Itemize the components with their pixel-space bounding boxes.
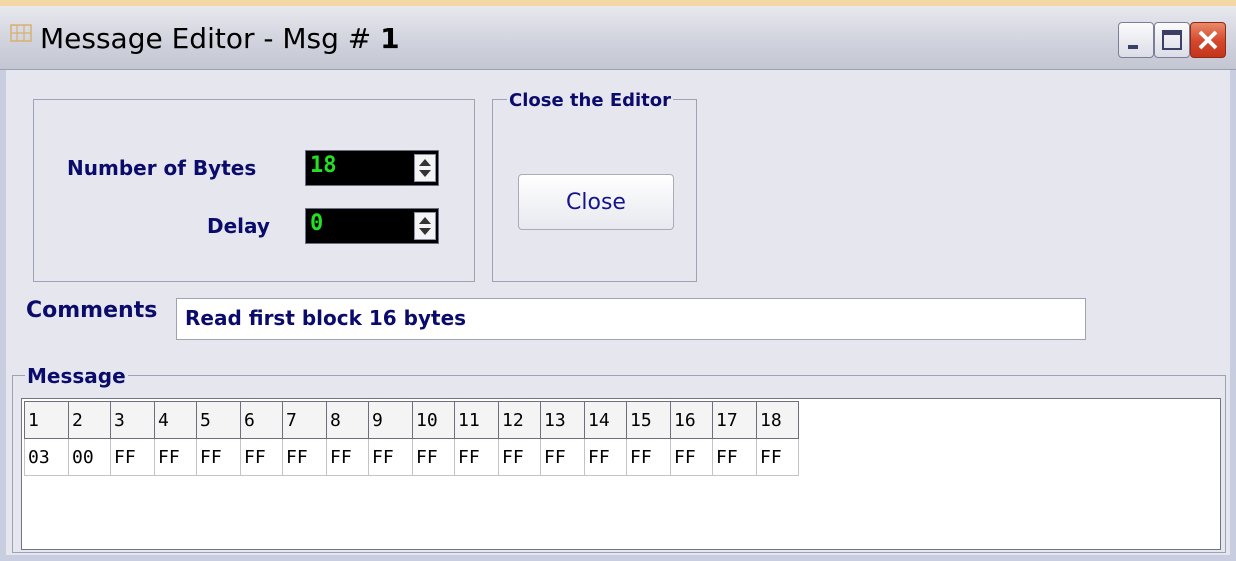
maximize-icon	[1162, 30, 1182, 50]
delay-stepper[interactable]: 0	[305, 208, 439, 244]
settings-group: Number of Bytes 18 Delay 0	[33, 99, 475, 282]
column-header[interactable]: 12	[498, 401, 541, 439]
byte-cell[interactable]: FF	[326, 438, 369, 476]
byte-cell[interactable]: FF	[540, 438, 585, 476]
close-icon	[1198, 30, 1218, 50]
byte-cell[interactable]: FF	[670, 438, 713, 476]
column-header[interactable]: 6	[240, 401, 283, 439]
column-header[interactable]: 13	[540, 401, 585, 439]
column-header[interactable]: 15	[626, 401, 671, 439]
window-title: Message Editor - Msg # 1	[40, 22, 400, 55]
message-editor-window: Message Editor - Msg # 1 Number of Bytes…	[0, 6, 1236, 561]
column-header[interactable]: 4	[154, 401, 197, 439]
byte-cell[interactable]: 00	[68, 438, 111, 476]
byte-cell[interactable]: FF	[282, 438, 327, 476]
byte-cell[interactable]: FF	[584, 438, 627, 476]
window-close-button[interactable]	[1190, 22, 1226, 58]
close-button[interactable]: Close	[518, 174, 674, 230]
comments-label: Comments	[26, 298, 158, 323]
message-group: Message 1 2 3 4 5 6 7 8 9 10 11 12 13 14 15 16 17 18 03 00…	[12, 364, 1226, 553]
header-row: 1 2 3 4 5 6 7 8 9 10 11 12 13 14 15 16 17 18	[24, 401, 799, 439]
byte-cell[interactable]: FF	[412, 438, 455, 476]
data-row: 03 00 FF FF FF FF FF FF FF FF FF FF FF FF FF FF FF FF	[24, 438, 799, 476]
column-header[interactable]: 7	[282, 401, 327, 439]
byte-cell[interactable]: FF	[110, 438, 155, 476]
column-header[interactable]: 9	[368, 401, 413, 439]
delay-value: 0	[310, 211, 324, 236]
byte-cell[interactable]: FF	[756, 438, 799, 476]
column-header[interactable]: 11	[454, 401, 499, 439]
byte-cell[interactable]: FF	[626, 438, 671, 476]
byte-cell[interactable]: FF	[368, 438, 413, 476]
bytes-label: Number of Bytes	[67, 156, 257, 180]
byte-cell[interactable]: FF	[712, 438, 757, 476]
byte-cell[interactable]: FF	[240, 438, 283, 476]
column-header[interactable]: 5	[196, 401, 241, 439]
column-header[interactable]: 1	[24, 401, 69, 439]
message-legend: Message	[25, 364, 128, 388]
title-bar[interactable]: Message Editor - Msg # 1	[0, 6, 1236, 70]
column-header[interactable]: 16	[670, 401, 713, 439]
byte-cell[interactable]: 03	[24, 438, 69, 476]
byte-cell[interactable]: FF	[498, 438, 541, 476]
column-header[interactable]: 18	[756, 401, 799, 439]
delay-label: Delay	[207, 214, 270, 238]
bytes-value: 18	[310, 153, 337, 178]
comments-field[interactable]: Read first block 16 bytes	[176, 298, 1086, 340]
client-area: Number of Bytes 18 Delay 0 Close the Edi…	[6, 70, 1230, 555]
column-header[interactable]: 2	[68, 401, 111, 439]
spin-up-icon[interactable]	[419, 217, 431, 224]
maximize-button[interactable]	[1154, 22, 1190, 58]
minimize-icon	[1128, 45, 1138, 49]
spin-down-icon[interactable]	[419, 170, 431, 177]
column-header[interactable]: 3	[110, 401, 155, 439]
byte-cell[interactable]: FF	[196, 438, 241, 476]
minimize-button[interactable]	[1118, 22, 1154, 58]
byte-cell[interactable]: FF	[454, 438, 499, 476]
spin-down-icon[interactable]	[419, 228, 431, 235]
message-grid[interactable]: 1 2 3 4 5 6 7 8 9 10 11 12 13 14 15 16 17 18 03 00 FF FF FF FF…	[21, 398, 1221, 550]
column-header[interactable]: 8	[326, 401, 369, 439]
bytes-spin-arrows[interactable]	[414, 154, 436, 182]
column-header[interactable]: 10	[412, 401, 455, 439]
byte-cell[interactable]: FF	[154, 438, 197, 476]
message-table: 1 2 3 4 5 6 7 8 9 10 11 12 13 14 15 16 17 18 03 00 FF FF FF FF…	[24, 401, 799, 476]
close-group-legend: Close the Editor	[507, 90, 674, 111]
spin-up-icon[interactable]	[419, 159, 431, 166]
delay-spin-arrows[interactable]	[414, 212, 436, 240]
grid-app-icon	[10, 24, 32, 42]
column-header[interactable]: 17	[712, 401, 757, 439]
column-header[interactable]: 14	[584, 401, 627, 439]
bytes-stepper[interactable]: 18	[305, 150, 439, 186]
